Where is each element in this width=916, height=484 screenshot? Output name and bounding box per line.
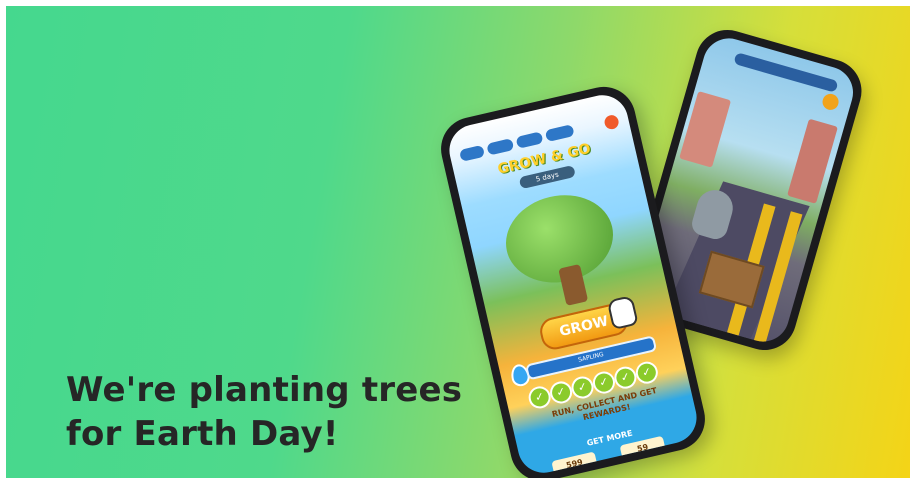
banner-background: GROW & GO 5 days GROW SAPLING ✓ ✓ ✓ ✓ ✓ … (6, 6, 910, 478)
building (787, 118, 838, 204)
currency-pill (486, 138, 515, 156)
grow-and-go-screen: GROW & GO 5 days GROW SAPLING ✓ ✓ ✓ ✓ ✓ … (444, 90, 702, 478)
currency-pill (458, 144, 486, 162)
building (679, 91, 732, 168)
check-icon: ✓ (633, 359, 661, 386)
pause-icon (820, 91, 841, 112)
headline-line-1: We're planting trees (66, 370, 463, 410)
cost-button: 59 (619, 435, 667, 462)
check-icon: ✓ (590, 369, 618, 396)
check-icon: ✓ (569, 374, 596, 401)
headline-line-2: for Earth Day! (66, 414, 339, 454)
check-icon: ✓ (612, 364, 639, 391)
headline: We're planting trees for Earth Day! (66, 368, 462, 456)
score-bar (733, 52, 839, 93)
close-icon (603, 113, 620, 131)
check-icon: ✓ (547, 379, 575, 406)
game-phone-front: GROW & GO 5 days GROW SAPLING ✓ ✓ ✓ ✓ ✓ … (434, 80, 712, 478)
cost-button: 599 (551, 451, 598, 478)
check-icon: ✓ (526, 384, 553, 411)
currency-pill (515, 131, 544, 149)
currency-pill (544, 124, 575, 143)
